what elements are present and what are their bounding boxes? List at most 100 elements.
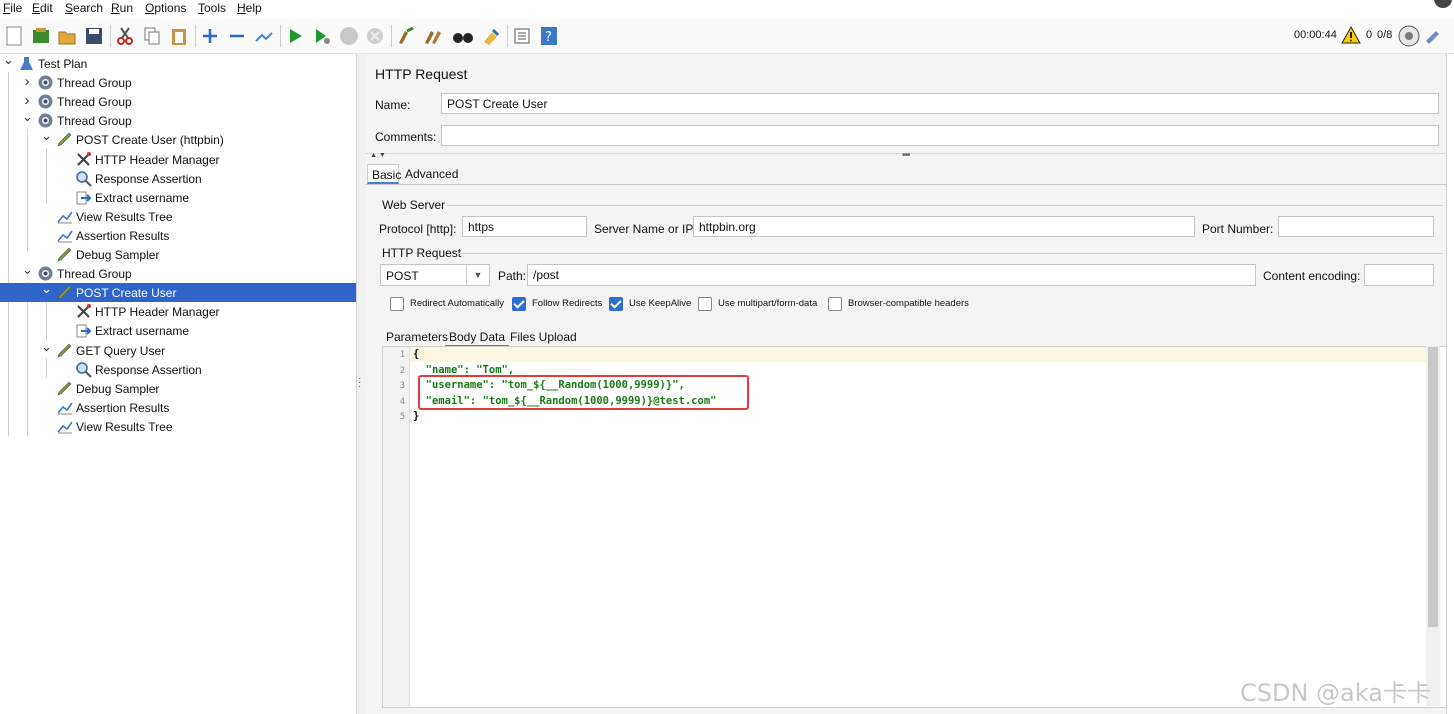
new-icon[interactable] [3,25,25,47]
clear-icon[interactable] [395,25,417,47]
encoding-field[interactable] [1364,264,1434,286]
highlight-annotation [418,375,749,410]
chevron-down-icon[interactable]: ▼ [466,265,489,285]
json-value: : "Tom", [463,363,515,376]
comments-field[interactable] [441,125,1439,146]
tree-node[interactable]: Debug Sampler [0,245,356,264]
cut-icon[interactable] [114,25,136,47]
stop-icon[interactable] [338,25,360,47]
collapsed-chevron-icon[interactable]: › [22,74,32,89]
menu-options[interactable]: Options [145,1,186,15]
tree-node[interactable]: Response Assertion [0,169,356,188]
tree-node[interactable]: HTTP Header Manager [0,150,356,169]
tab-body-data[interactable]: Body Data [445,327,510,347]
elapsed-time: 00:00:44 [1294,29,1337,41]
tree-node[interactable]: ⌄ GET Query User [0,340,356,360]
sampler-pen-icon [56,246,73,263]
tree-node[interactable]: Assertion Results [0,226,356,245]
method-select[interactable]: POST ▼ [380,264,490,286]
body-data-editor[interactable]: 12345 { "name": "Tom", "username": "tom_… [382,346,1447,708]
code-line: { [413,348,419,360]
start-no-pause-icon[interactable] [311,25,333,47]
tree-node[interactable]: › Thread Group [0,73,356,92]
tree-node[interactable]: ⌄ Thread Group [0,263,356,283]
tree-node[interactable]: Response Assertion [0,360,356,379]
path-field[interactable]: /post [527,264,1256,286]
tree-node[interactable]: Extract username [0,321,356,340]
tab-files-upload[interactable]: Files Upload [506,327,581,347]
line-number: 5 [399,412,405,422]
remote-icon[interactable] [1398,25,1420,50]
toggle-icon[interactable] [253,25,275,47]
tree-node[interactable]: ⌄ Test Plan [0,53,356,73]
menu-run[interactable]: Run [111,1,133,15]
open-icon[interactable] [56,25,78,47]
port-field[interactable] [1278,216,1434,237]
clear-all-icon[interactable] [422,25,444,47]
tree-node[interactable]: ⌄ POST Create User [0,282,356,303]
expanded-chevron-icon[interactable]: ⌄ [3,53,14,70]
expanded-chevron-icon[interactable]: ⌄ [41,129,52,146]
expanded-chevron-icon[interactable]: ⌄ [41,282,52,299]
expanded-chevron-icon[interactable]: ⌄ [22,263,33,280]
checkbox-unchecked-icon[interactable] [698,297,712,311]
reset-search-icon[interactable] [480,25,502,47]
expanded-chevron-icon[interactable]: ⌄ [41,340,52,357]
tab-advanced[interactable]: Advanced [401,164,462,184]
menu-search[interactable]: Search [65,1,103,15]
templates-icon[interactable] [30,25,52,47]
tab-basic[interactable]: Basic [367,164,401,184]
collapse-bar[interactable]: ▲ ▼ ••• [365,150,1445,162]
tab-parameters[interactable]: Parameters [382,327,452,347]
name-field[interactable]: POST Create User [441,93,1439,114]
protocol-field[interactable]: https [462,216,587,237]
tree-node[interactable]: View Results Tree [0,207,356,226]
menu-help[interactable]: Help [237,1,262,15]
tree-node[interactable]: ⌄ POST Create User (httpbin) [0,129,356,149]
tree-node-label: Debug Sampler [76,248,160,262]
tree-node[interactable]: HTTP Header Manager [0,302,356,321]
magnifier-icon [75,361,92,378]
drag-handle-icon[interactable]: ••• [902,150,910,161]
checkbox-checked-icon[interactable] [609,297,623,311]
menu-tools[interactable]: Tools [198,1,226,15]
copy-icon[interactable] [141,25,163,47]
collapse-arrows-icon[interactable]: ▲ ▼ [370,152,386,159]
warning-icon[interactable] [1341,25,1361,47]
menu-edit[interactable]: Edit [32,1,53,15]
collapse-icon[interactable] [226,25,248,47]
start-icon[interactable] [284,25,306,47]
save-icon[interactable] [83,25,105,47]
checkbox-unchecked-icon[interactable] [390,297,404,311]
sampler-pen-icon [56,131,73,148]
tree-node-label: View Results Tree [76,209,173,224]
tree-node[interactable]: Assertion Results [0,398,356,417]
paste-icon[interactable] [168,25,190,47]
json-value: { [413,348,420,360]
splitter[interactable]: · · · [357,54,365,714]
window-control-icon[interactable] [1434,0,1452,8]
collapsed-chevron-icon[interactable]: › [22,93,32,108]
expand-icon[interactable] [199,25,221,47]
panel-title: HTTP Request [375,66,468,82]
menu-file[interactable]: File [3,1,22,15]
expanded-chevron-icon[interactable]: ⌄ [22,110,33,127]
tree-node-label: HTTP Header Manager [95,152,220,167]
checkbox-unchecked-icon[interactable] [828,297,842,311]
shutdown-icon[interactable] [364,25,386,47]
log-icon[interactable] [1424,27,1442,48]
tree-node[interactable]: Extract username [0,188,356,207]
checkbox-checked-icon[interactable] [512,297,526,311]
tree-node-label: Extract username [95,324,190,339]
search-binoculars-icon[interactable] [452,25,474,47]
function-helper-icon[interactable] [511,25,533,47]
tree-node[interactable]: › Thread Group [0,92,356,111]
json-value: } [413,410,420,422]
tree-node[interactable]: View Results Tree [0,417,356,436]
server-field[interactable]: httpbin.org [693,216,1195,237]
extractor-arrow-icon [75,322,92,339]
editor-scrollbar-thumb[interactable] [1428,347,1438,627]
tree-node[interactable]: Debug Sampler [0,379,356,398]
tree-node[interactable]: ⌄ Thread Group [0,110,356,130]
help-icon[interactable]: ? [538,25,560,47]
